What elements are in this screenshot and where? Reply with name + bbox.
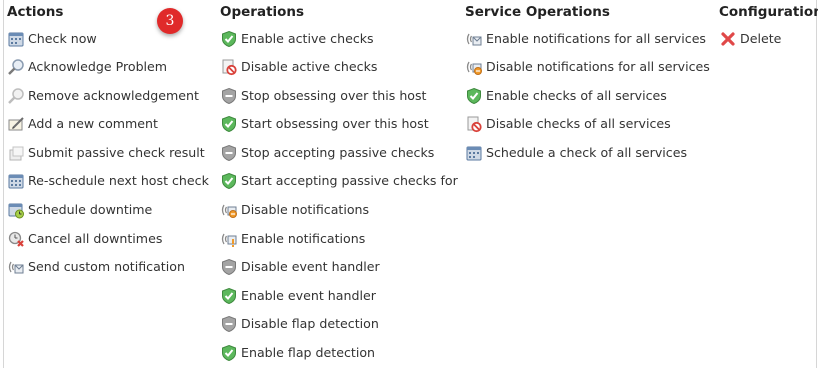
stop-obsessing-link[interactable]: Stop obsessing over this host xyxy=(220,87,427,105)
configuration-heading: Configuration xyxy=(719,4,818,20)
disable-event-handler-link[interactable]: Disable event handler xyxy=(220,258,380,276)
schedule-downtime-link[interactable]: Schedule downtime xyxy=(7,201,152,219)
enable-active-checks-link[interactable]: Enable active checks xyxy=(220,30,374,48)
cancel-downtime-icon xyxy=(7,230,25,248)
cancel-downtimes-link[interactable]: Cancel all downtimes xyxy=(7,230,162,248)
stop-accepting-passive-link[interactable]: Stop accepting passive checks xyxy=(220,144,434,162)
start-accepting-passive-label: Start accepting passive checks for xyxy=(241,173,458,188)
reschedule-host-check-label: Re-schedule next host check xyxy=(28,173,209,188)
shield-gray-icon xyxy=(220,144,238,162)
enable-notifications-label: Enable notifications xyxy=(241,231,366,246)
enable-event-handler-link[interactable]: Enable event handler xyxy=(220,287,376,305)
acknowledge-problem-link[interactable]: Acknowledge Problem xyxy=(7,58,167,76)
enable-service-checks-link[interactable]: Enable checks of all services xyxy=(465,87,667,105)
shield-check-icon xyxy=(220,287,238,305)
schedule-service-check-link[interactable]: Schedule a check of all services xyxy=(465,144,687,162)
disable-flap-detection-link[interactable]: Disable flap detection xyxy=(220,315,379,333)
enable-flap-detection-link[interactable]: Enable flap detection xyxy=(220,344,375,362)
calendar-reschedule-icon xyxy=(7,172,25,190)
passive-result-icon xyxy=(7,144,25,162)
schedule-service-check-label: Schedule a check of all services xyxy=(486,145,688,160)
magnifier-disabled-icon xyxy=(7,87,25,105)
enable-service-notifications-link[interactable]: Enable notifications for all services xyxy=(465,30,706,48)
notification-disable-icon xyxy=(220,201,238,219)
enable-service-checks-label: Enable checks of all services xyxy=(486,88,667,103)
notification-count-badge: 3 xyxy=(157,8,183,34)
stop-accepting-passive-label: Stop accepting passive checks xyxy=(241,145,435,160)
disable-event-handler-label: Disable event handler xyxy=(241,259,380,274)
calendar-downtime-icon xyxy=(7,201,25,219)
actions-heading: Actions xyxy=(7,4,64,20)
comment-pencil-icon xyxy=(7,115,25,133)
schedule-downtime-label: Schedule downtime xyxy=(28,202,153,217)
notification-disable-icon xyxy=(465,58,483,76)
remove-acknowledgement-link[interactable]: Remove acknowledgement xyxy=(7,87,199,105)
disable-page-icon xyxy=(465,115,483,133)
enable-active-checks-label: Enable active checks xyxy=(241,31,374,46)
disable-service-notifications-label: Disable notifications for all services xyxy=(486,59,710,74)
remove-acknowledgement-label: Remove acknowledgement xyxy=(28,88,199,103)
start-obsessing-link[interactable]: Start obsessing over this host xyxy=(220,115,429,133)
shield-check-icon xyxy=(220,30,238,48)
delete-x-icon xyxy=(719,30,737,48)
delete-label: Delete xyxy=(740,31,782,46)
disable-active-checks-link[interactable]: Disable active checks xyxy=(220,58,377,76)
send-custom-notification-link[interactable]: Send custom notification xyxy=(7,258,185,276)
shield-check-icon xyxy=(465,87,483,105)
enable-flap-detection-label: Enable flap detection xyxy=(241,345,376,360)
delete-link[interactable]: Delete xyxy=(719,30,781,48)
reschedule-host-check-link[interactable]: Re-schedule next host check xyxy=(7,172,209,190)
calendar-check-icon xyxy=(465,144,483,162)
enable-event-handler-label: Enable event handler xyxy=(241,288,376,303)
add-comment-label: Add a new comment xyxy=(28,116,158,131)
check-now-label: Check now xyxy=(28,31,97,46)
notification-enable-icon xyxy=(220,230,238,248)
stop-obsessing-label: Stop obsessing over this host xyxy=(241,88,427,103)
shield-gray-icon xyxy=(220,315,238,333)
enable-service-notifications-label: Enable notifications for all services xyxy=(486,31,706,46)
check-now-link[interactable]: Check now xyxy=(7,30,97,48)
disable-flap-detection-label: Disable flap detection xyxy=(241,316,379,331)
actions-panel: 3 Actions Check now Acknowledge Problem … xyxy=(3,0,818,368)
service-operations-heading: Service Operations xyxy=(465,4,610,20)
disable-active-checks-label: Disable active checks xyxy=(241,59,378,74)
shield-check-icon xyxy=(220,115,238,133)
operations-heading: Operations xyxy=(220,4,305,20)
disable-page-icon xyxy=(220,58,238,76)
shield-check-icon xyxy=(220,344,238,362)
shield-check-icon xyxy=(220,172,238,190)
submit-passive-result-label: Submit passive check result xyxy=(28,145,205,160)
notification-send-icon xyxy=(7,258,25,276)
send-custom-notification-label: Send custom notification xyxy=(28,259,185,274)
cancel-downtimes-label: Cancel all downtimes xyxy=(28,231,163,246)
magnifier-icon xyxy=(7,58,25,76)
submit-passive-result-link[interactable]: Submit passive check result xyxy=(7,144,205,162)
notification-send-icon xyxy=(465,30,483,48)
acknowledge-problem-label: Acknowledge Problem xyxy=(28,59,168,74)
shield-gray-icon xyxy=(220,87,238,105)
disable-service-checks-label: Disable checks of all services xyxy=(486,116,671,131)
disable-service-notifications-link[interactable]: Disable notifications for all services xyxy=(465,58,710,76)
shield-gray-icon xyxy=(220,258,238,276)
start-obsessing-label: Start obsessing over this host xyxy=(241,116,429,131)
disable-notifications-label: Disable notifications xyxy=(241,202,370,217)
enable-notifications-link[interactable]: Enable notifications xyxy=(220,230,365,248)
disable-notifications-link[interactable]: Disable notifications xyxy=(220,201,369,219)
disable-service-checks-link[interactable]: Disable checks of all services xyxy=(465,115,671,133)
calendar-check-icon xyxy=(7,30,25,48)
start-accepting-passive-link[interactable]: Start accepting passive checks for xyxy=(220,172,458,190)
add-comment-link[interactable]: Add a new comment xyxy=(7,115,158,133)
